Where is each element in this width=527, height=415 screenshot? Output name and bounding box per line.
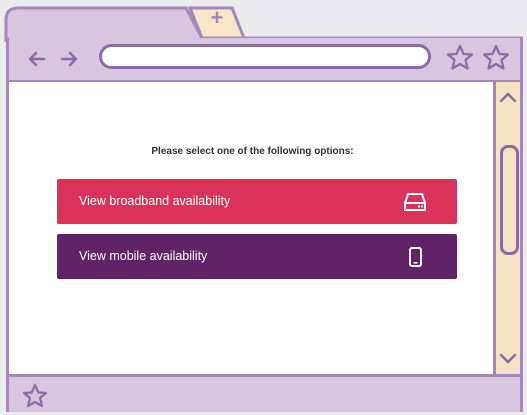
mobile-phone-icon: [409, 247, 422, 267]
arrow-right-icon: [60, 51, 78, 67]
status-bar: [6, 374, 523, 412]
vertical-scrollbar[interactable]: [493, 80, 523, 374]
view-broadband-label: View broadband availability: [79, 194, 231, 208]
back-button[interactable]: [25, 48, 49, 70]
scroll-down-button[interactable]: [496, 346, 520, 370]
tab-strip-shapes: [4, 6, 523, 42]
view-mobile-button[interactable]: View mobile availability: [57, 234, 457, 279]
plus-icon[interactable]: +: [206, 5, 228, 31]
view-mobile-label: View mobile availability: [79, 249, 208, 263]
forward-button[interactable]: [57, 48, 81, 70]
tab-strip: +: [0, 0, 527, 42]
view-broadband-button[interactable]: View broadband availability: [57, 179, 457, 224]
active-tab[interactable]: [4, 6, 206, 42]
address-bar[interactable]: [99, 44, 431, 69]
chevron-down-icon: [499, 353, 517, 364]
browser-toolbar: [6, 38, 523, 80]
status-star-button[interactable]: [21, 382, 49, 410]
page-viewport: Please select one of the following optio…: [6, 80, 493, 374]
options-prompt: Please select one of the following optio…: [151, 146, 354, 157]
scroll-up-button[interactable]: [496, 86, 520, 110]
star-icon: [446, 44, 474, 70]
arrow-left-icon: [28, 51, 46, 67]
star-icon: [482, 44, 510, 70]
router-icon: [404, 193, 426, 211]
star-icon: [22, 383, 48, 408]
bookmark-button[interactable]: [445, 43, 475, 73]
favorites-button[interactable]: [481, 43, 511, 73]
scroll-thumb[interactable]: [500, 145, 519, 255]
chevron-up-icon: [499, 92, 517, 103]
